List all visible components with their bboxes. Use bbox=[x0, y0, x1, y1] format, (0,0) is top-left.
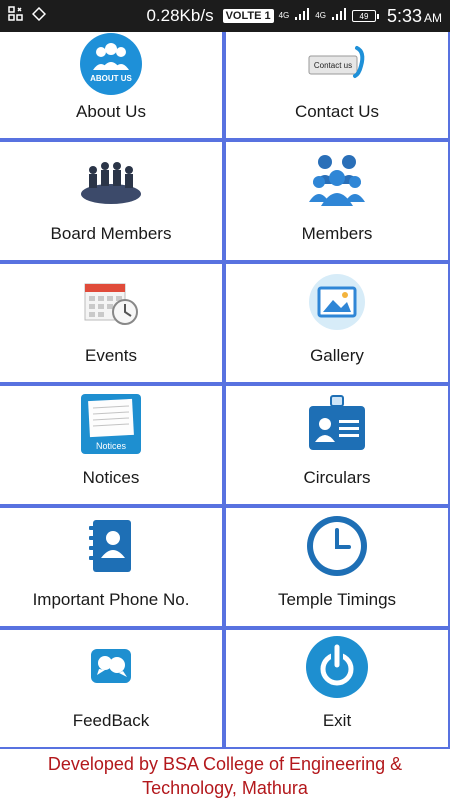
clock-time: 5:33 bbox=[386, 5, 422, 26]
notices-icon: Notices bbox=[79, 392, 143, 456]
menu-label: Important Phone No. bbox=[32, 590, 190, 609]
menu-label: Temple Timings bbox=[277, 590, 397, 609]
board-members-icon bbox=[79, 148, 143, 212]
battery-level: 49 bbox=[359, 11, 369, 21]
gallery-icon bbox=[305, 270, 369, 334]
menu-contact-us[interactable]: Contact us Contact Us bbox=[226, 32, 448, 138]
about-us-icon-text: ABOUT US bbox=[90, 74, 132, 83]
calendar-clock-icon bbox=[79, 270, 143, 334]
power-icon bbox=[305, 635, 369, 699]
status-right: 0.28Kb/s VOLTE 1 4G 4G 49 5:33 AM bbox=[146, 6, 442, 27]
menu-temple-timings[interactable]: Temple Timings bbox=[226, 508, 448, 626]
menu-members[interactable]: Members bbox=[226, 142, 448, 260]
menu-label: Circulars bbox=[303, 468, 371, 487]
menu-label: Notices bbox=[82, 468, 140, 487]
contact-us-icon: Contact us bbox=[305, 32, 369, 96]
network-type-label: 4G bbox=[278, 11, 290, 20]
menu-label: FeedBack bbox=[72, 711, 150, 730]
menu-gallery[interactable]: Gallery bbox=[226, 264, 448, 382]
menu-about-us[interactable]: ABOUT US About Us bbox=[0, 32, 222, 138]
menu-important-phone[interactable]: Important Phone No. bbox=[0, 508, 222, 626]
status-bar: 0.28Kb/s VOLTE 1 4G 4G 49 5:33 AM bbox=[0, 0, 450, 32]
menu-label: Gallery bbox=[310, 346, 364, 365]
menu-label: Contact Us bbox=[294, 102, 380, 121]
menu-label: About Us bbox=[76, 102, 146, 121]
network-type-label-2: 4G bbox=[315, 11, 326, 20]
menu-label: Events bbox=[85, 346, 137, 365]
phone-book-icon bbox=[79, 514, 143, 578]
network-type: 4G bbox=[279, 12, 290, 20]
clock-icon bbox=[305, 514, 369, 578]
feedback-icon bbox=[79, 635, 143, 699]
footer-credit: Developed by BSA College of Engineering … bbox=[0, 749, 450, 800]
menu-exit[interactable]: Exit bbox=[226, 630, 448, 747]
network-speed: 0.28Kb/s bbox=[146, 6, 214, 25]
menu-label: Exit bbox=[322, 711, 352, 730]
menu-grid: ABOUT US About Us Contact us Contact Us bbox=[0, 32, 450, 749]
menu-feedback[interactable]: FeedBack bbox=[0, 630, 222, 747]
menu-board-members[interactable]: Board Members bbox=[0, 142, 222, 260]
battery-icon: 49 bbox=[351, 10, 379, 22]
id-card-icon bbox=[305, 392, 369, 456]
clock: 5:33 AM bbox=[387, 6, 442, 27]
signal-icon-2 bbox=[331, 7, 347, 26]
menu-circulars[interactable]: Circulars bbox=[226, 386, 448, 504]
about-us-icon: ABOUT US bbox=[79, 32, 143, 96]
network-type-2: 4G bbox=[315, 12, 326, 20]
clock-ampm: AM bbox=[424, 10, 442, 25]
menu-label: Board Members bbox=[50, 224, 172, 243]
status-left bbox=[8, 5, 47, 27]
signal-icon bbox=[294, 7, 310, 26]
volte-badge: VOLTE 1 bbox=[222, 9, 274, 23]
members-icon bbox=[305, 148, 369, 212]
menu-notices[interactable]: Notices Notices bbox=[0, 386, 222, 504]
notices-icon-text: Notices bbox=[96, 441, 127, 451]
screen-mirror-icon bbox=[8, 5, 24, 27]
menu-label: Members bbox=[301, 224, 373, 243]
menu-events[interactable]: Events bbox=[0, 264, 222, 382]
notification-diamond-icon bbox=[31, 6, 47, 26]
contact-us-icon-text: Contact us bbox=[314, 61, 352, 70]
